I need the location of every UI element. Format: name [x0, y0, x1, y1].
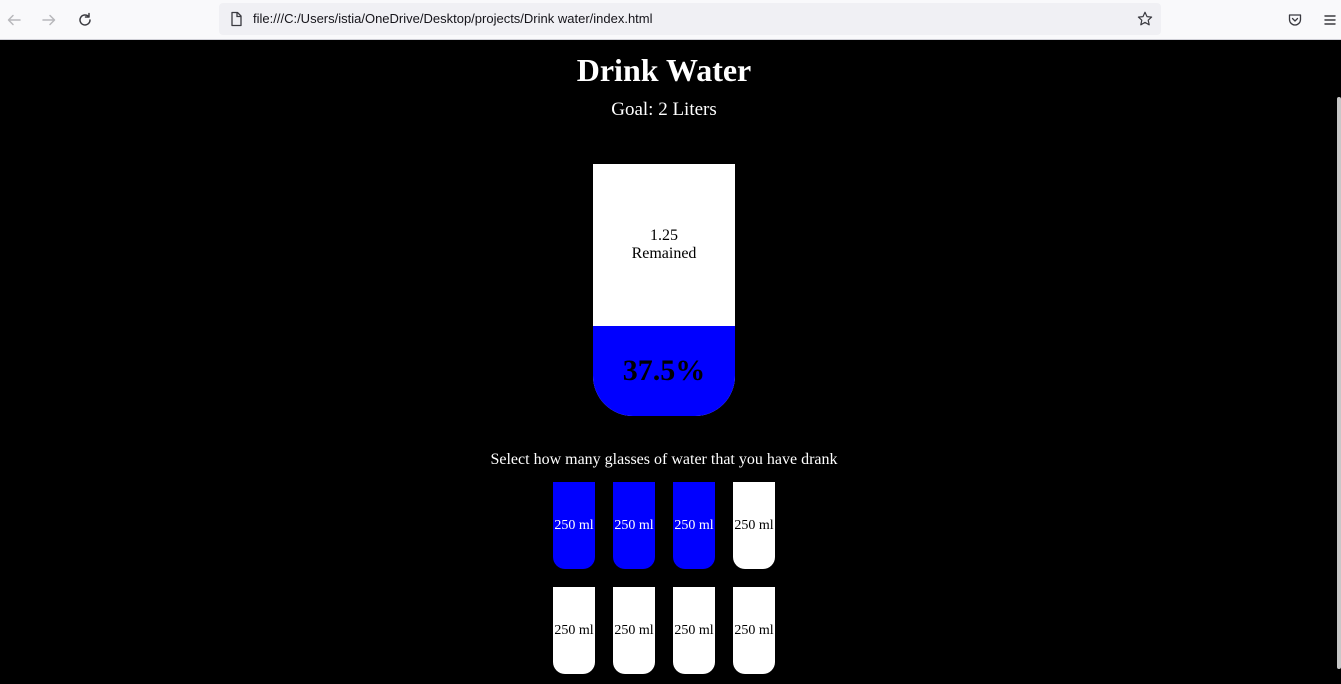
browser-toolbar: file:///C:/Users/istia/OneDrive/Desktop/… [0, 0, 1341, 40]
forward-icon[interactable] [37, 8, 61, 32]
goal-text: Goal: 2 Liters [611, 99, 717, 120]
url-text[interactable]: file:///C:/Users/istia/OneDrive/Desktop/… [253, 11, 653, 26]
scrollbar[interactable] [1337, 97, 1341, 669]
reload-icon[interactable] [73, 8, 97, 32]
pocket-icon[interactable] [1283, 8, 1307, 32]
small-cup[interactable]: 250 ml [673, 587, 715, 674]
page-title: Drink Water [576, 52, 752, 88]
big-cup: 1.25 Remained 37.5% [593, 164, 735, 416]
instruction-text: Select how many glasses of water that yo… [490, 451, 838, 468]
remained-area: 1.25 Remained [593, 164, 735, 326]
small-cup[interactable]: 250 ml [613, 482, 655, 569]
percentage-fill: 37.5% [593, 326, 735, 416]
remained-label: Remained [631, 245, 697, 262]
small-cup[interactable]: 250 ml [613, 587, 655, 674]
back-icon[interactable] [2, 8, 26, 32]
small-cup[interactable]: 250 ml [733, 482, 775, 569]
small-cup[interactable]: 250 ml [673, 482, 715, 569]
small-cup[interactable]: 250 ml [733, 587, 775, 674]
page-icon [228, 11, 244, 27]
page-content: Drink Water Goal: 2 Liters 1.25 Remained… [0, 40, 1341, 684]
url-bar[interactable]: file:///C:/Users/istia/OneDrive/Desktop/… [219, 3, 1161, 35]
small-cup[interactable]: 250 ml [553, 587, 595, 674]
menu-icon[interactable] [1318, 8, 1341, 32]
bookmark-star-icon[interactable] [1135, 9, 1155, 29]
small-cup[interactable]: 250 ml [553, 482, 595, 569]
remained-value: 1.25 [650, 227, 678, 244]
